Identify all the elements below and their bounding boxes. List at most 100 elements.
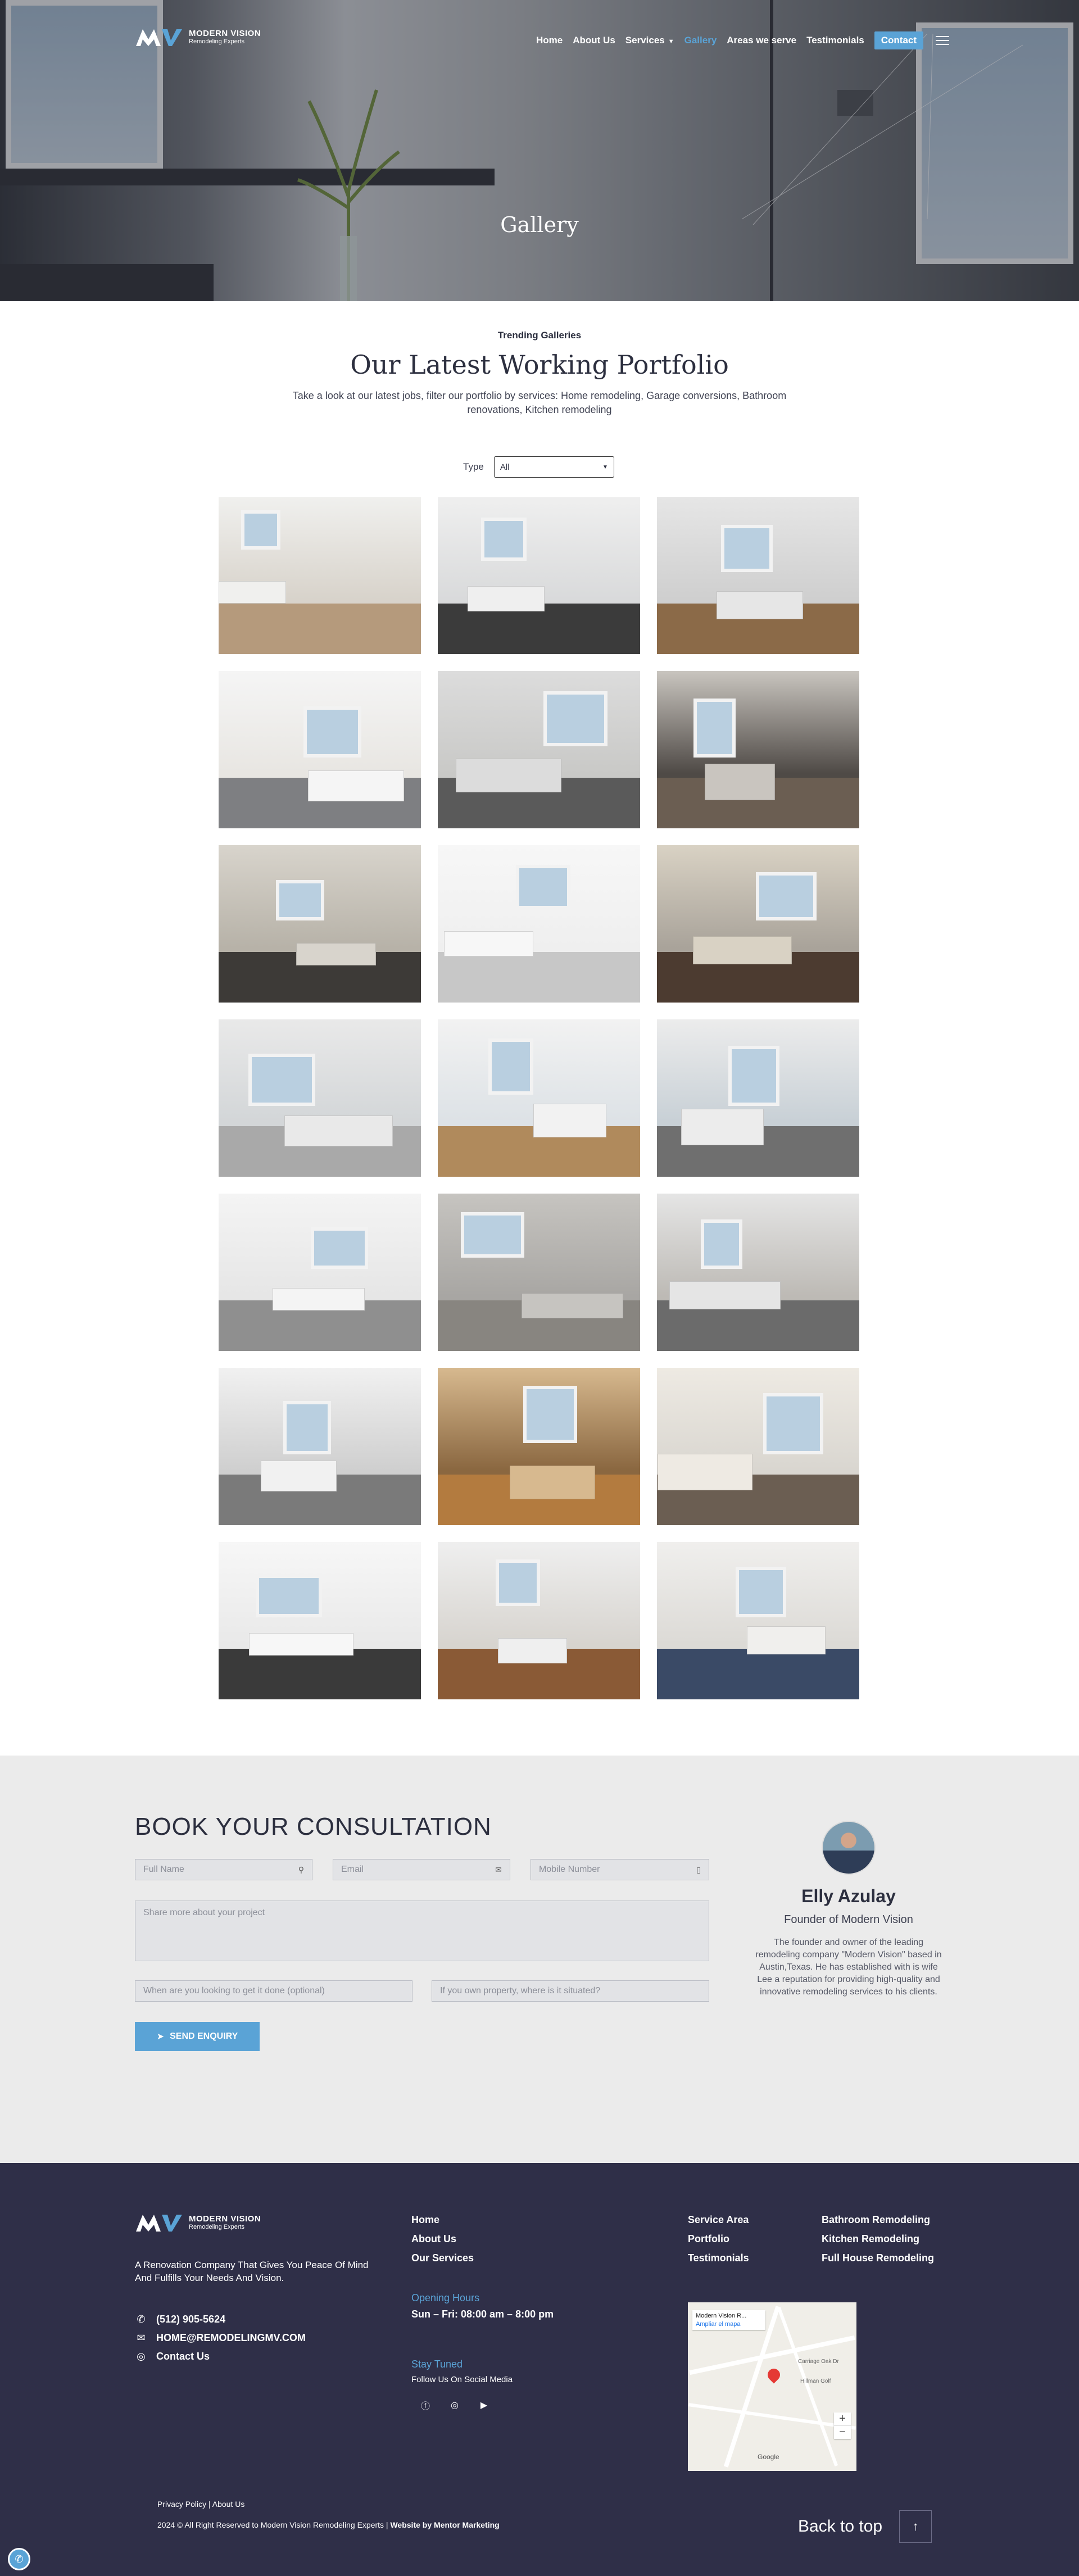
living-room-photo[interactable]	[219, 845, 421, 1003]
map-zoom-controls[interactable]: + −	[834, 2412, 851, 2439]
nav-about[interactable]: About Us	[573, 35, 615, 46]
walk-in-shower-photo[interactable]	[438, 1194, 640, 1351]
chevron-down-icon: ▼	[668, 38, 674, 45]
type-select[interactable]: All ▼	[493, 456, 614, 478]
property-input[interactable]: If you own property, where is it situate…	[432, 1980, 709, 2002]
footer-link-about[interactable]: About Us	[411, 2229, 474, 2248]
logo-mark-icon	[136, 29, 182, 46]
nav-home[interactable]: Home	[536, 35, 563, 46]
vanity-marble-photo[interactable]	[219, 1368, 421, 1525]
logo[interactable]: MODERN VISION Remodeling Experts	[135, 27, 261, 47]
footer-link-bathroom[interactable]: Bathroom Remodeling	[822, 2210, 934, 2229]
property-placeholder: If you own property, where is it situate…	[440, 1986, 601, 1996]
footer: MODERN VISION Remodeling Experts A Renov…	[0, 2163, 1079, 2576]
footer-links-col2: Service Area Portfolio Testimonials	[688, 2210, 749, 2267]
main-nav: Home About Us Services ▼ Gallery Areas we…	[536, 31, 950, 49]
avatar	[822, 1821, 876, 1875]
shower-window-photo[interactable]	[657, 1019, 859, 1177]
type-filter: Type All ▼	[463, 456, 614, 478]
kitchen-photo[interactable]	[657, 497, 859, 654]
instagram-icon[interactable]: ◎	[446, 2397, 463, 2414]
email-placeholder: Email	[341, 1865, 364, 1874]
send-enquiry-label: SEND ENQUIRY	[170, 2031, 238, 2041]
kitchen-fridge-photo[interactable]	[438, 671, 640, 828]
bathroom-tub-photo[interactable]	[219, 497, 421, 654]
kitchen-island-photo[interactable]	[438, 497, 640, 654]
footer-link-testimonials[interactable]: Testimonials	[688, 2248, 749, 2267]
wood-kitchen-photo[interactable]	[438, 1368, 640, 1525]
footer-link-service-area[interactable]: Service Area	[688, 2210, 749, 2229]
phone-icon: ✆	[137, 2314, 146, 2325]
nav-testimonials[interactable]: Testimonials	[806, 35, 864, 46]
footer-link-home[interactable]: Home	[411, 2210, 474, 2229]
back-to-top[interactable]: Back to top ↑	[798, 2510, 932, 2543]
nav-services-label: Services	[625, 35, 665, 46]
shower-glass-photo[interactable]	[219, 1019, 421, 1177]
kitchen-chandelier-photo[interactable]	[657, 1368, 859, 1525]
living-fireplace-photo[interactable]	[657, 671, 859, 828]
youtube-icon[interactable]: ▶	[475, 2397, 492, 2414]
credit-link[interactable]: Website by Mentor Marketing	[390, 2520, 499, 2529]
phone-text: (512) 905-5624	[156, 2314, 226, 2325]
brand-tagline: Remodeling Experts	[189, 38, 245, 45]
back-to-top-label: Back to top	[798, 2517, 883, 2536]
footer-brand-tagline: Remodeling Experts	[189, 2224, 245, 2230]
menu-icon[interactable]	[936, 36, 950, 45]
location-map[interactable]: Modern Vision R... Ampliar el mapa Carri…	[688, 2302, 856, 2471]
map-road	[777, 2307, 838, 2466]
white-kitchen-photo[interactable]	[219, 1542, 421, 1699]
email-input[interactable]: Email ✉	[333, 1859, 510, 1880]
footer-link-portfolio[interactable]: Portfolio	[688, 2229, 749, 2248]
brand-name: MODERN VISION	[189, 29, 261, 38]
mobile-input[interactable]: Mobile Number ▯	[531, 1859, 709, 1880]
footer-logo[interactable]: MODERN VISION Remodeling Experts	[135, 2212, 261, 2233]
open-kitchen-photo[interactable]	[219, 671, 421, 828]
type-filter-label: Type	[463, 461, 484, 472]
opening-hours-value: Sun – Fri: 08:00 am – 8:00 pm	[411, 2309, 554, 2320]
nav-gallery[interactable]: Gallery	[684, 35, 717, 46]
map-place-card: Modern Vision R... Ampliar el mapa	[692, 2310, 765, 2330]
nav-services[interactable]: Services ▼	[625, 35, 674, 46]
contact-us-link[interactable]: ◎ Contact Us	[135, 2351, 306, 2362]
type-select-value: All	[500, 462, 510, 472]
shower-marble-photo[interactable]	[219, 1194, 421, 1351]
project-textarea[interactable]: Share more about your project	[135, 1901, 709, 1961]
founder-description: The founder and owner of the leading rem…	[755, 1938, 942, 1997]
section-eyebrow: Trending Galleries	[497, 330, 582, 341]
mail-icon: ✉	[495, 1865, 502, 1874]
gallery-grid	[219, 497, 860, 1699]
footer-tagline: A Renovation Company That Gives You Peac…	[135, 2260, 369, 2283]
portfolio-intro: Take a look at our latest jobs, filter o…	[292, 390, 787, 415]
map-enlarge-link[interactable]: Ampliar el mapa	[696, 2321, 762, 2328]
call-fab-icon[interactable]: ✆	[8, 2548, 30, 2570]
kitchen-island-photo[interactable]	[657, 1542, 859, 1699]
zoom-out-icon[interactable]: −	[834, 2425, 851, 2439]
timeline-input[interactable]: When are you looking to get it done (opt…	[135, 1980, 412, 2002]
social-block: Stay Tuned Follow Us On Social Media ⓕ ◎…	[411, 2359, 513, 2414]
founder-card: Elly Azulay Founder of Modern Vision The…	[753, 1821, 944, 1998]
send-enquiry-button[interactable]: ➤ SEND ENQUIRY	[135, 2022, 260, 2051]
logo-mark-icon	[136, 2215, 182, 2232]
footer-link-full-house[interactable]: Full House Remodeling	[822, 2248, 934, 2267]
facebook-icon[interactable]: ⓕ	[417, 2397, 434, 2414]
hallway-vanity-photo[interactable]	[438, 1019, 640, 1177]
legal-links[interactable]: Privacy Policy | About Us	[157, 2500, 244, 2509]
bathroom-vanity-photo[interactable]	[657, 1194, 859, 1351]
footer-links-col1: Home About Us Our Services	[411, 2210, 474, 2267]
full-name-input[interactable]: Full Name ⚲	[135, 1859, 312, 1880]
footer-link-kitchen[interactable]: Kitchen Remodeling	[822, 2229, 934, 2248]
zoom-in-icon[interactable]: +	[834, 2412, 851, 2425]
shower-tile-photo[interactable]	[438, 845, 640, 1003]
footer-link-services[interactable]: Our Services	[411, 2248, 474, 2267]
portfolio-heading: Our Latest Working Portfolio	[350, 350, 729, 380]
phone-link[interactable]: ✆ (512) 905-5624	[135, 2314, 306, 2325]
whatsapp-icon: ◎	[137, 2351, 146, 2362]
email-link[interactable]: ✉ HOME@REMODELINGMV.COM	[135, 2332, 305, 2344]
kitchen-counter-photo[interactable]	[438, 1542, 640, 1699]
opening-hours: Opening Hours Sun – Fri: 08:00 am – 8:00…	[411, 2292, 554, 2320]
phone-icon: ▯	[696, 1865, 701, 1874]
bathroom-tub-photo[interactable]	[657, 845, 859, 1003]
user-icon: ⚲	[298, 1865, 304, 1874]
nav-areas[interactable]: Areas we serve	[727, 35, 796, 46]
contact-button[interactable]: Contact	[874, 31, 924, 49]
